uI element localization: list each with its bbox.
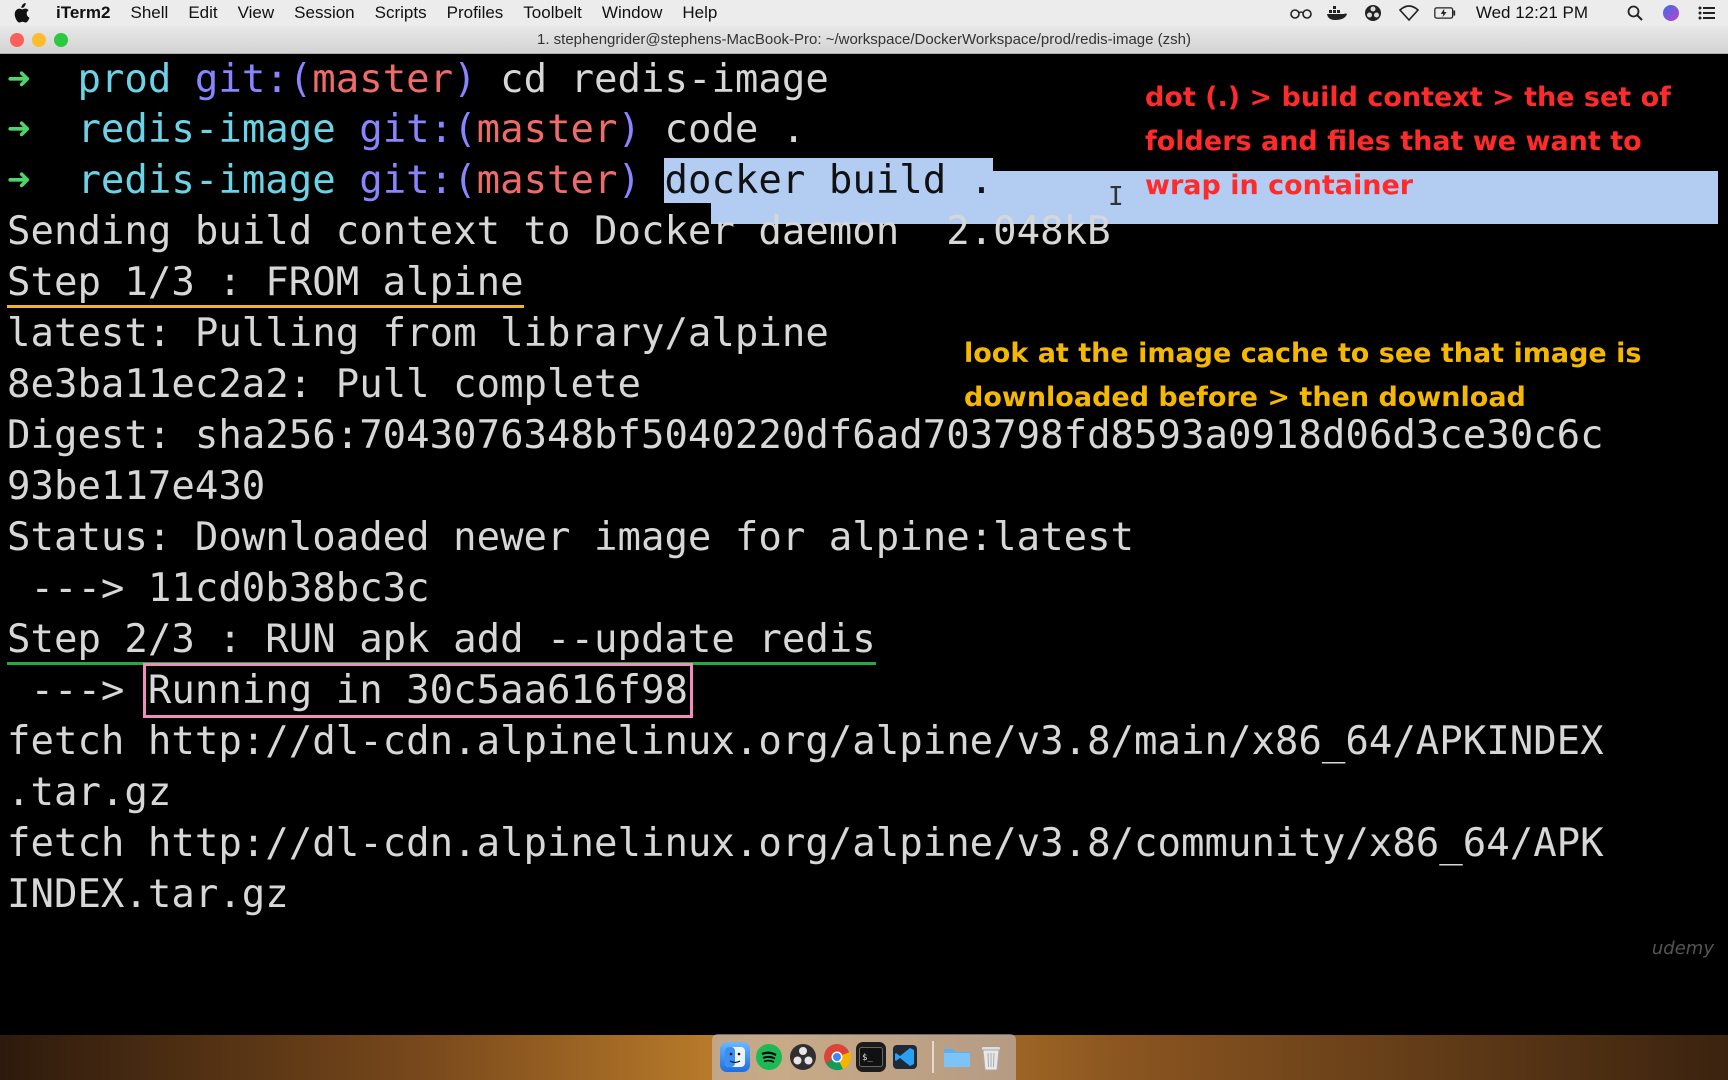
prompt-branch: master: [476, 107, 618, 152]
prompt-arrow: ➜: [7, 158, 31, 203]
prompt-git-close: ): [617, 107, 641, 152]
wifi-icon[interactable]: [1398, 4, 1420, 22]
output-line: fetch http://dl-cdn.alpinelinux.org/alpi…: [7, 719, 1604, 764]
output-line: .tar.gz: [7, 770, 172, 815]
prompt-git: git:(: [359, 158, 477, 203]
dock-separator: [932, 1041, 934, 1073]
apple-menu-icon[interactable]: [12, 3, 34, 23]
minimize-button[interactable]: [32, 33, 46, 47]
status-area: Wed 12:21 PM: [1276, 0, 1718, 26]
search-icon[interactable]: [1624, 4, 1646, 22]
command-text: code .: [664, 107, 806, 152]
step2-underlined: Step 2/3 : RUN apk add --update redis: [7, 617, 876, 665]
prompt-line: ➜ redis-image git:(master) code .: [7, 102, 805, 158]
selected-command-text: docker build .: [664, 158, 994, 203]
vscode-icon[interactable]: [890, 1042, 920, 1072]
menu-window[interactable]: Window: [602, 3, 662, 23]
annotation-image-cache: look at the image cache to see that imag…: [964, 338, 1642, 413]
clock[interactable]: Wed 12:21 PM: [1476, 3, 1588, 23]
battery-icon[interactable]: [1434, 4, 1456, 22]
menu-toolbelt[interactable]: Toolbelt: [523, 3, 582, 23]
command-text: cd redis-image: [500, 57, 829, 102]
dock: $_: [712, 1034, 1016, 1080]
obs-icon[interactable]: [1362, 4, 1384, 22]
prompt-branch: master: [476, 158, 618, 203]
app-menu[interactable]: iTerm2: [56, 3, 111, 23]
prompt-dir: prod: [77, 57, 172, 102]
finder-icon[interactable]: [720, 1042, 750, 1072]
menu-edit[interactable]: Edit: [188, 3, 217, 23]
prompt-git: git:(: [359, 107, 477, 152]
window-title: 1. stephengrider@stephens-MacBook-Pro: ~…: [537, 31, 1191, 48]
menu-scripts[interactable]: Scripts: [375, 3, 427, 23]
output-line: 93be117e430: [7, 464, 266, 509]
output-line: INDEX.tar.gz: [7, 872, 289, 917]
chrome-icon[interactable]: [822, 1042, 852, 1072]
running-container-box: Running in 30c5aa616f98: [142, 663, 693, 718]
prompt-dir: redis-image: [77, 158, 336, 203]
menu-view[interactable]: View: [238, 3, 275, 23]
svg-text:$_: $_: [862, 1053, 873, 1063]
prompt-arrow: ➜: [7, 57, 31, 102]
window-title-bar[interactable]: 1. stephengrider@stephens-MacBook-Pro: ~…: [0, 26, 1728, 54]
output-line: Step 2/3 : RUN apk add --update redis: [7, 612, 876, 668]
output-line: ---> 11cd0b38bc3c: [7, 566, 430, 611]
terminal-pane[interactable]: ➜ prod git:(master) cd redis-image ➜ red…: [0, 54, 1728, 1035]
prompt-line: ➜ redis-image git:(master) docker build …: [7, 153, 994, 209]
prompt-arrow: ➜: [7, 107, 31, 152]
obs-icon[interactable]: [788, 1042, 818, 1072]
siri-icon[interactable]: [1660, 4, 1682, 22]
output-line: Sending build context to Docker daemon 2…: [7, 209, 1111, 254]
prompt-git-close: ): [617, 158, 641, 203]
arrow-prefix: --->: [7, 668, 148, 713]
annotation-build-context: dot (.) > build context > the set of fol…: [1145, 82, 1671, 201]
zoom-button[interactable]: [54, 33, 68, 47]
step1-underlined: Step 1/3 : FROM alpine: [7, 260, 524, 308]
menu-shell[interactable]: Shell: [131, 3, 169, 23]
output-line: 8e3ba11ec2a2: Pull complete: [7, 362, 641, 407]
menu-session[interactable]: Session: [294, 3, 354, 23]
prompt-git: git:(: [194, 57, 313, 102]
prompt-git-close: ): [453, 57, 477, 102]
prompt-dir: redis-image: [77, 107, 336, 152]
prompt-line: ➜ prod git:(master) cd redis-image: [7, 54, 829, 108]
output-line: Step 1/3 : FROM alpine: [7, 255, 524, 311]
udemy-watermark: udemy: [1651, 938, 1714, 959]
output-line: latest: Pulling from library/alpine: [7, 311, 829, 356]
menu-profiles[interactable]: Profiles: [447, 3, 504, 23]
output-line: Status: Downloaded newer image for alpin…: [7, 515, 1135, 560]
close-button[interactable]: [10, 33, 24, 47]
terminal-icon[interactable]: $_: [856, 1042, 886, 1072]
output-line: fetch http://dl-cdn.alpinelinux.org/alpi…: [7, 821, 1604, 866]
notification-center-icon[interactable]: [1696, 4, 1718, 22]
docker-icon[interactable]: [1326, 4, 1348, 22]
output-line: ---> Running in 30c5aa616f98: [7, 663, 693, 719]
trash-icon[interactable]: [976, 1042, 1006, 1072]
menu-bar: iTerm2 Shell Edit View Session Scripts P…: [0, 0, 1728, 26]
glasses-icon[interactable]: [1290, 4, 1312, 22]
folder-icon[interactable]: [942, 1042, 972, 1072]
menu-help[interactable]: Help: [682, 3, 717, 23]
prompt-branch: master: [312, 57, 454, 102]
spotify-icon[interactable]: [754, 1042, 784, 1072]
window-controls: [10, 33, 76, 47]
